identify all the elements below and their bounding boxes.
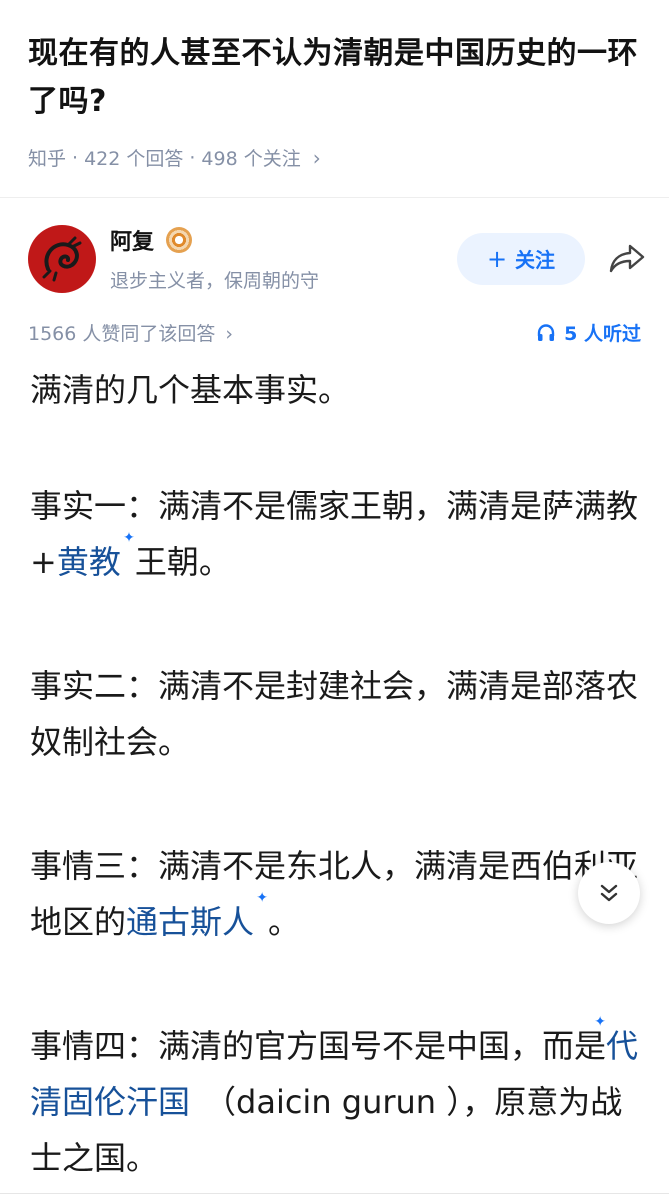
- paragraph: 事情三：满清不是东北人，满清是西伯利亚地区的通古斯人 ✦。: [30, 838, 639, 950]
- author-info: 阿复 退步主义者，保周朝的守: [110, 224, 457, 293]
- share-icon[interactable]: [607, 239, 647, 279]
- paragraph: 满清的几个基本事实。: [30, 362, 639, 418]
- sparkle-icon: ✦: [256, 890, 269, 906]
- separator: ·: [72, 146, 79, 169]
- headphones-icon: [537, 323, 555, 341]
- author-description: 退步主义者，保周朝的守: [110, 270, 320, 292]
- paragraph: 事实一：满清不是儒家王朝，满清是萨满教+黄教 ✦ 王朝。: [30, 478, 639, 590]
- follower-count: 498 个关注: [201, 148, 301, 170]
- paragraph-text: 事情四：满清的官方国号不是中国，而是: [30, 1027, 607, 1065]
- follow-label: 关注: [515, 248, 556, 272]
- author-row: 阿复 退步主义者，保周朝的守 + 关注: [0, 198, 669, 293]
- follow-button[interactable]: + 关注: [457, 232, 585, 285]
- source-label: 知乎: [28, 148, 67, 170]
- scroll-down-button[interactable]: [578, 862, 640, 924]
- paragraph: 事情四：满清的官方国号不是中国，而是代清固伦汗国 ✦ （daicin gurun ）…: [30, 1014, 639, 1186]
- paragraph-text: 事实二：满清不是封建社会，满清是部落农奴制社会。: [30, 667, 639, 761]
- badge-icon: [166, 227, 193, 253]
- vote-count[interactable]: 1566 人赞同了该回答 ›: [28, 319, 233, 346]
- paragraph-text: 王朝。: [134, 543, 231, 581]
- sparkle-icon: ✦: [123, 530, 135, 546]
- stats-row: 1566 人赞同了该回答 › 5 人听过: [0, 293, 669, 346]
- chevron-right-icon: ›: [225, 323, 234, 345]
- sparkle-icon: ✦: [594, 1014, 607, 1030]
- divider: [0, 1193, 669, 1194]
- answer-content: 满清的几个基本事实。 事实一：满清不是儒家王朝，满清是萨满教+黄教 ✦ 王朝。 事实…: [0, 346, 669, 1186]
- keyword-link[interactable]: 通古斯人 ✦: [126, 891, 268, 941]
- listened-count[interactable]: 5 人听过: [536, 319, 641, 346]
- separator: ·: [189, 146, 196, 169]
- author-name-row[interactable]: 阿复: [110, 224, 457, 256]
- keyword-link-text: 黄教: [56, 543, 121, 581]
- answer-count: 422 个回答: [84, 148, 184, 170]
- question-title[interactable]: 现在有的人甚至不认为清朝是中国历史的一环了吗?: [28, 30, 641, 126]
- question-header: 现在有的人甚至不认为清朝是中国历史的一环了吗? 知乎 · 422 个回答 · 4…: [0, 0, 669, 171]
- paragraph-text: 。: [268, 903, 301, 941]
- chevron-right-icon: ›: [312, 145, 321, 170]
- paragraph-text: 事情三：满清不是东北人，满清是西伯利亚地区的: [30, 847, 639, 941]
- paragraph: 事实二：满清不是封建社会，满清是部落农奴制社会。: [30, 658, 639, 770]
- listened-text: 5 人听过: [564, 323, 641, 345]
- plus-icon: +: [486, 244, 508, 273]
- vote-count-text: 1566 人赞同了该回答: [28, 323, 216, 345]
- avatar[interactable]: [28, 224, 96, 293]
- keyword-link-text: 通古斯人: [126, 903, 255, 941]
- author-name[interactable]: 阿复: [110, 224, 154, 256]
- question-meta[interactable]: 知乎 · 422 个回答 · 498 个关注 ›: [28, 144, 641, 171]
- keyword-link[interactable]: 黄教 ✦: [56, 531, 135, 581]
- paragraph-text: 满清的几个基本事实。: [30, 371, 351, 409]
- double-chevron-down-icon: [600, 884, 618, 902]
